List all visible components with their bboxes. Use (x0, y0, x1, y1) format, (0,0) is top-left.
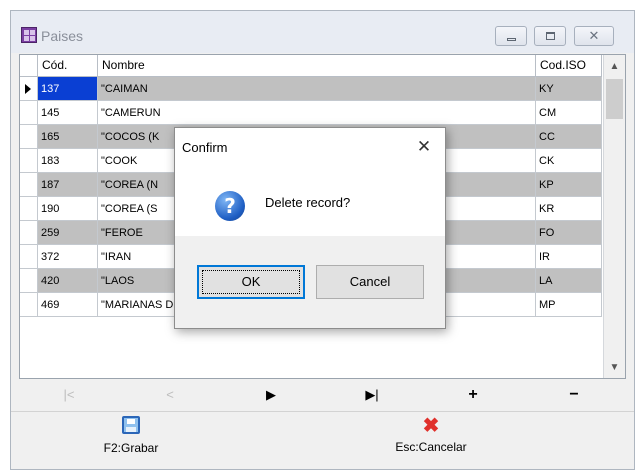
floppy-disk-icon (122, 416, 140, 434)
row-indicator[interactable] (20, 245, 38, 269)
cell-cod-iso[interactable]: CC (536, 125, 602, 149)
cell-cod-iso[interactable]: KY (536, 77, 602, 101)
focus-rect (202, 270, 300, 294)
indicator-header (20, 55, 38, 77)
cell-cod[interactable]: 372 (38, 245, 98, 269)
cancel-action-label: Esc:Cancelar (395, 440, 467, 454)
cancel-action-button[interactable]: ✖ Esc:Cancelar (351, 416, 511, 466)
dialog-cancel-button[interactable]: Cancel (316, 265, 424, 299)
column-header-cod[interactable]: Cód. (38, 55, 98, 77)
cell-cod[interactable]: 187 (38, 173, 98, 197)
record-navigator: |< < ▶ ▶| + − (19, 381, 626, 409)
nav-prior-button[interactable]: < (120, 381, 220, 409)
row-indicator[interactable] (20, 221, 38, 245)
cell-cod-iso[interactable]: KR (536, 197, 602, 221)
cell-cod[interactable]: 165 (38, 125, 98, 149)
column-header-cod-iso[interactable]: Cod.ISO (536, 55, 602, 77)
maximize-icon (546, 32, 555, 40)
row-indicator[interactable] (20, 77, 38, 101)
vertical-scrollbar[interactable]: ▲ ▼ (603, 55, 625, 378)
cell-cod-iso[interactable]: CM (536, 101, 602, 125)
row-indicator[interactable] (20, 125, 38, 149)
cell-cod[interactable]: 137 (38, 77, 98, 101)
table-row[interactable]: 145 "CAMERUN CM (20, 101, 602, 125)
nav-next-button[interactable]: ▶ (221, 381, 321, 409)
window-title: Paises (41, 28, 84, 44)
row-indicator[interactable] (20, 269, 38, 293)
nav-delete-button[interactable]: − (524, 381, 624, 409)
save-button[interactable]: F2:Grabar (51, 416, 211, 466)
save-label: F2:Grabar (103, 441, 159, 455)
cell-cod[interactable]: 190 (38, 197, 98, 221)
row-indicator[interactable] (20, 293, 38, 317)
dialog-close-icon[interactable]: ✕ (413, 136, 435, 158)
cell-cod[interactable]: 183 (38, 149, 98, 173)
app-grid-icon (21, 27, 37, 43)
close-button[interactable]: ✕ (574, 26, 614, 46)
cell-cod-iso[interactable]: MP (536, 293, 602, 317)
nav-last-button[interactable]: ▶| (322, 381, 422, 409)
dialog-title: Confirm (182, 140, 228, 155)
current-row-marker-icon (25, 84, 31, 94)
minimize-button[interactable] (495, 26, 527, 46)
row-indicator[interactable] (20, 149, 38, 173)
cell-cod[interactable]: 469 (38, 293, 98, 317)
cell-cod-iso[interactable]: CK (536, 149, 602, 173)
cell-nombre[interactable]: "CAIMAN (98, 77, 536, 101)
cell-cod[interactable]: 420 (38, 269, 98, 293)
ok-button[interactable]: OK (197, 265, 305, 299)
dialog-title-bar[interactable]: Confirm ✕ (175, 128, 445, 166)
cell-cod-iso[interactable]: LA (536, 269, 602, 293)
row-indicator[interactable] (20, 173, 38, 197)
close-icon: ✕ (588, 28, 600, 43)
nav-first-button[interactable]: |< (19, 381, 119, 409)
dialog-button-area: OK Cancel (175, 236, 445, 328)
row-indicator[interactable] (20, 197, 38, 221)
question-icon: ? (215, 191, 245, 221)
column-header-nombre[interactable]: Nombre (98, 55, 536, 77)
red-x-icon: ✖ (422, 415, 440, 437)
dialog-cancel-label: Cancel (349, 274, 391, 289)
dialog-message: Delete record? (265, 195, 351, 210)
scroll-down-icon[interactable]: ▼ (604, 358, 625, 378)
cell-cod-iso[interactable]: KP (536, 173, 602, 197)
scroll-thumb[interactable] (606, 79, 623, 119)
title-bar[interactable]: Paises ✕ (11, 11, 634, 53)
cell-cod[interactable]: 145 (38, 101, 98, 125)
table-row[interactable]: 137 "CAIMAN KY (20, 77, 602, 101)
row-indicator[interactable] (20, 101, 38, 125)
action-bar: F2:Grabar ✖ Esc:Cancelar (11, 411, 634, 469)
cell-nombre[interactable]: "CAMERUN (98, 101, 536, 125)
dialog-body: ? Delete record? (175, 166, 445, 236)
minimize-icon (507, 38, 516, 41)
nav-insert-button[interactable]: + (423, 381, 523, 409)
cell-cod[interactable]: 259 (38, 221, 98, 245)
cell-cod-iso[interactable]: IR (536, 245, 602, 269)
scroll-up-icon[interactable]: ▲ (604, 57, 625, 77)
cell-cod-iso[interactable]: FO (536, 221, 602, 245)
maximize-button[interactable] (534, 26, 566, 46)
confirm-dialog: Confirm ✕ ? Delete record? OK Cancel (174, 127, 446, 329)
